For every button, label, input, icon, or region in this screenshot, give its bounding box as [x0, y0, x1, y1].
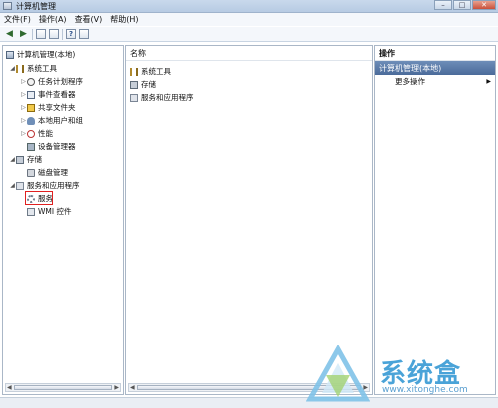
- tools-icon: [16, 64, 24, 73]
- console-tree-pane: 计算机管理(本地) ◢ 系统工具 ▷ 任务计划程序 ▷ 事件查看器 ▷ 共享文件…: [2, 45, 124, 395]
- tools-icon: [130, 67, 138, 76]
- more-actions-item[interactable]: 更多操作 ▶: [375, 75, 495, 88]
- tree-item-services-apps[interactable]: ◢ 服务和应用程序: [9, 180, 80, 191]
- computer-management-icon: [3, 2, 12, 10]
- tree-label: 服务和应用程序: [27, 181, 80, 190]
- tree-item-event-viewer[interactable]: ▷ 事件查看器: [20, 89, 76, 100]
- menu-bar: 文件(F) 操作(A) 查看(V) 帮助(H): [0, 13, 498, 26]
- watermark: 系统盒 www.xitonghe.com: [306, 345, 496, 405]
- forward-arrow-icon[interactable]: ▶: [18, 29, 29, 40]
- show-hide-action-pane-icon[interactable]: [79, 29, 89, 39]
- title-bar: 计算机管理 – □ ✕: [0, 0, 498, 13]
- watermark-logo: [306, 345, 370, 402]
- list-item-services-apps[interactable]: 服务和应用程序: [130, 92, 194, 103]
- help-icon[interactable]: ?: [66, 29, 76, 39]
- expand-arrow-icon[interactable]: ▷: [20, 117, 27, 124]
- wmi-icon: [27, 207, 35, 216]
- tree-label: 存储: [27, 155, 42, 164]
- tree-item-system-tools[interactable]: ◢ 系统工具: [9, 63, 57, 74]
- window-title: 计算机管理: [16, 2, 56, 11]
- column-header-name[interactable]: 名称: [126, 46, 372, 61]
- expand-arrow-icon[interactable]: ▷: [20, 78, 27, 85]
- expand-arrow-icon[interactable]: ▷: [20, 91, 27, 98]
- watermark-url: www.xitonghe.com: [382, 385, 468, 395]
- content-pane: 名称 系统工具 存储 服务和应用程序 ◀ ▶: [125, 45, 373, 395]
- tree-label: 计算机管理(本地): [17, 50, 76, 59]
- tree-item-disk-management[interactable]: 磁盘管理: [27, 167, 68, 178]
- expand-arrow-icon[interactable]: ▷: [20, 104, 27, 111]
- list-item-system-tools[interactable]: 系统工具: [130, 66, 171, 77]
- collapse-arrow-icon[interactable]: ◢: [9, 65, 16, 72]
- tree-item-performance[interactable]: ▷ 性能: [20, 128, 53, 139]
- services-apps-icon: [16, 181, 24, 190]
- tree-item-wmi[interactable]: WMI 控件: [27, 206, 71, 217]
- storage-icon: [130, 80, 138, 89]
- tree-label: WMI 控件: [38, 207, 72, 216]
- event-viewer-icon: [27, 90, 35, 99]
- actions-header: 操作: [375, 46, 495, 61]
- menu-file[interactable]: 文件(F): [0, 14, 35, 25]
- scroll-right-arrow-icon[interactable]: ▶: [114, 384, 119, 391]
- clock-icon: [27, 77, 35, 86]
- collapse-arrow-icon[interactable]: ◢: [9, 156, 16, 163]
- performance-icon: [27, 129, 35, 138]
- scrollbar-thumb[interactable]: [14, 385, 112, 390]
- tree-label: 磁盘管理: [38, 168, 68, 177]
- minimize-button[interactable]: –: [434, 0, 452, 10]
- export-list-icon[interactable]: [49, 29, 59, 39]
- list-item-storage[interactable]: 存储: [130, 79, 156, 90]
- collapse-arrow-icon[interactable]: ◢: [9, 182, 16, 189]
- services-apps-icon: [130, 93, 138, 102]
- list-item-label: 服务和应用程序: [141, 93, 194, 102]
- tree-label: 本地用户和组: [38, 116, 83, 125]
- users-icon: [27, 116, 35, 125]
- tree-item-device-manager[interactable]: 设备管理器: [27, 141, 76, 152]
- actions-section-title[interactable]: 计算机管理(本地): [375, 61, 495, 75]
- back-arrow-icon[interactable]: ◀: [4, 29, 15, 40]
- toolbar: ◀ ▶ ?: [0, 27, 498, 42]
- device-manager-icon: [27, 142, 35, 151]
- tree-label: 系统工具: [27, 64, 57, 73]
- computer-management-icon: [6, 50, 14, 59]
- actions-pane: 操作 计算机管理(本地) 更多操作 ▶: [374, 45, 496, 395]
- tree-label: 性能: [38, 129, 53, 138]
- left-horizontal-scrollbar[interactable]: ◀ ▶: [5, 383, 121, 392]
- more-actions-label: 更多操作: [395, 77, 425, 86]
- menu-help[interactable]: 帮助(H): [106, 14, 142, 25]
- storage-icon: [16, 155, 24, 164]
- services-highlight: [25, 191, 53, 205]
- expand-arrow-icon[interactable]: ▷: [20, 130, 27, 137]
- tree-item-local-users[interactable]: ▷ 本地用户和组: [20, 115, 83, 126]
- tree-item-root[interactable]: 计算机管理(本地): [6, 49, 75, 60]
- tree-item-shared-folders[interactable]: ▷ 共享文件夹: [20, 102, 76, 113]
- toolbar-separator: [62, 28, 63, 40]
- list-item-label: 存储: [141, 80, 156, 89]
- tree-label: 共享文件夹: [38, 103, 76, 112]
- close-button[interactable]: ✕: [472, 0, 496, 10]
- disk-icon: [27, 168, 35, 177]
- tree-item-task-scheduler[interactable]: ▷ 任务计划程序: [20, 76, 83, 87]
- shared-folder-icon: [27, 103, 35, 112]
- tree-item-storage[interactable]: ◢ 存储: [9, 154, 42, 165]
- submenu-arrow-icon: ▶: [486, 78, 491, 85]
- toolbar-separator: [32, 28, 33, 40]
- scroll-left-arrow-icon[interactable]: ◀: [130, 384, 135, 391]
- show-hide-console-tree-icon[interactable]: [36, 29, 46, 39]
- maximize-button[interactable]: □: [453, 0, 471, 10]
- tree-label: 设备管理器: [38, 142, 76, 151]
- scroll-left-arrow-icon[interactable]: ◀: [7, 384, 12, 391]
- list-item-label: 系统工具: [141, 67, 171, 76]
- window-controls: – □ ✕: [433, 0, 496, 11]
- menu-view[interactable]: 查看(V): [71, 14, 107, 25]
- menu-action[interactable]: 操作(A): [35, 14, 71, 25]
- tree-label: 任务计划程序: [38, 77, 83, 86]
- tree-label: 事件查看器: [38, 90, 76, 99]
